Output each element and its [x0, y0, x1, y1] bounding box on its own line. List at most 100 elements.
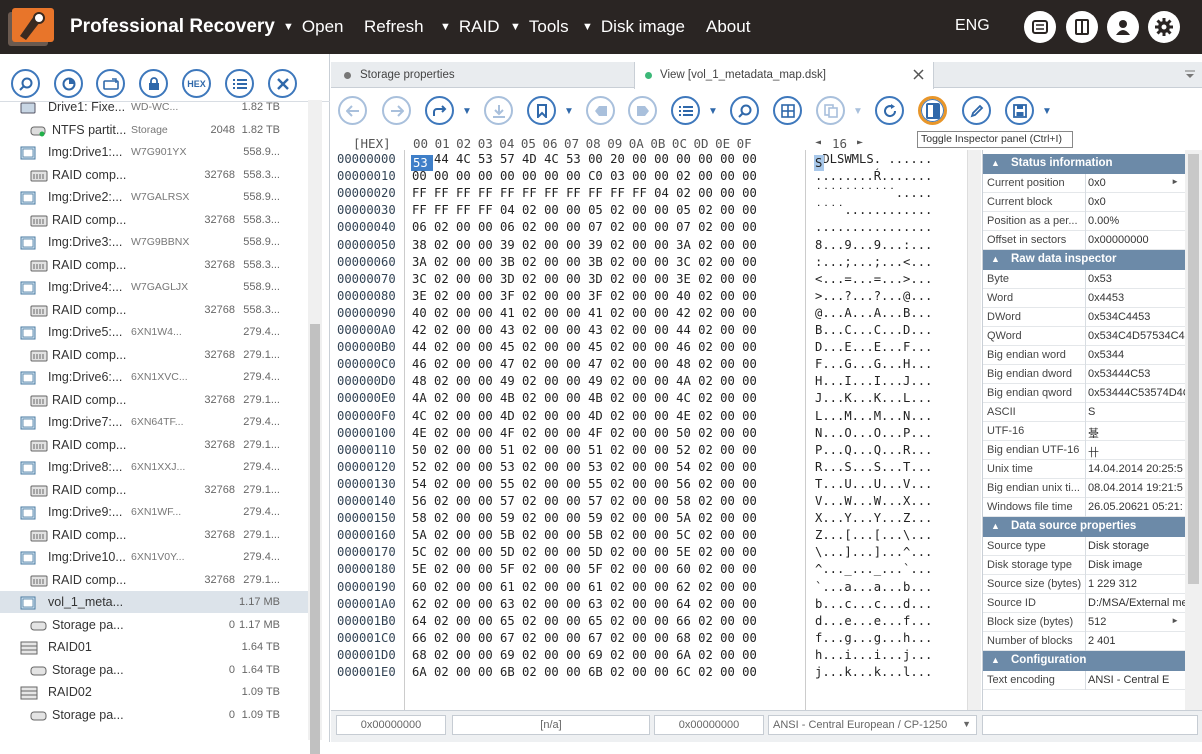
- hex-row[interactable]: 00000060 3A 02 00 00 3B 02 00 00 3B 02 00…: [331, 253, 981, 270]
- device-tree-scroll-thumb[interactable]: [310, 324, 320, 754]
- hex-row[interactable]: 000000D0 48 02 00 00 49 02 00 00 49 02 00…: [331, 372, 981, 389]
- hex-row[interactable]: 00000090 40 02 00 00 41 02 00 00 41 02 00…: [331, 304, 981, 321]
- hex-row-bytes[interactable]: 38 02 00 00 39 02 00 00 39 02 00 00 3A 0…: [412, 238, 757, 252]
- hex-row-ascii[interactable]: `...a...a...b...: [815, 580, 932, 594]
- hex-row[interactable]: 00000020 FF FF FF FF FF FF FF FF FF FF FF…: [331, 184, 981, 201]
- inspector-row[interactable]: Big endian UTF-16 卄: [983, 441, 1185, 460]
- tree-item[interactable]: Drive1: Fixe... WD-WC... 1.82 TB: [0, 100, 308, 118]
- hex-row-bytes[interactable]: 44 02 00 00 45 02 00 00 45 02 00 00 46 0…: [412, 340, 757, 354]
- hex-row-bytes[interactable]: 58 02 00 00 59 02 00 00 59 02 00 00 5A 0…: [412, 511, 757, 525]
- hex-row-bytes[interactable]: 60 02 00 00 61 02 00 00 61 02 00 00 62 0…: [412, 580, 757, 594]
- hex-row-ascii[interactable]: f...g...g...h...: [815, 631, 932, 645]
- next-bookmark-button[interactable]: [628, 96, 657, 125]
- inspector-row[interactable]: Big endian word 0x5344: [983, 346, 1185, 365]
- inspector-section-header[interactable]: ▲ Status information: [983, 154, 1185, 174]
- tree-item[interactable]: RAID comp... 32768 558.3...: [0, 209, 308, 231]
- tree-item[interactable]: RAID01 1.64 TB: [0, 636, 308, 658]
- hex-row-ascii[interactable]: ˙˙˙˙˙˙˙˙˙˙˙.....: [815, 186, 932, 200]
- hex-button[interactable]: HEX: [182, 69, 211, 98]
- hex-row-bytes[interactable]: FF FF FF FF FF FF FF FF FF FF FF 04 02 0…: [412, 186, 757, 200]
- view-list-dropdown-icon[interactable]: ▼: [708, 106, 718, 117]
- copy-button[interactable]: [816, 96, 845, 125]
- hex-row[interactable]: 00000150 58 02 00 00 59 02 00 00 59 02 00…: [331, 509, 981, 526]
- tree-item[interactable]: Img:Drive7:... 6XN64TF... 279.4...: [0, 411, 308, 433]
- inspector-row[interactable]: UTF-16 䑓: [983, 422, 1185, 441]
- inspector-row[interactable]: Offset in sectors 0x00000000: [983, 231, 1185, 250]
- hex-row[interactable]: 00000190 60 02 00 00 61 02 00 00 61 02 00…: [331, 578, 981, 595]
- hex-row[interactable]: 000000B0 44 02 00 00 45 02 00 00 45 02 00…: [331, 338, 981, 355]
- expand-arrow-icon[interactable]: ►: [1171, 616, 1179, 625]
- hex-row-bytes[interactable]: 44 4C 53 57 4D 4C 53 00 20 00 00 00 00 0…: [412, 152, 757, 166]
- menu-open[interactable]: ▼ Open: [283, 17, 343, 37]
- hex-row-ascii[interactable]: R...S...S...T...: [815, 460, 932, 474]
- tree-item[interactable]: RAID comp... 32768 279.1...: [0, 479, 308, 501]
- save-dropdown-icon[interactable]: ▼: [1042, 106, 1052, 117]
- hex-row-ascii[interactable]: T...U...U...V...: [815, 477, 932, 491]
- inspector-row[interactable]: Source ID D:/MSA/External me: [983, 594, 1185, 613]
- hex-row-ascii[interactable]: ........Ŕ.......: [815, 169, 932, 183]
- hex-row-bytes[interactable]: 3E 02 00 00 3F 02 00 00 3F 02 00 00 40 0…: [412, 289, 757, 303]
- hex-row[interactable]: 00000030 FF FF FF FF 04 02 00 00 05 02 00…: [331, 201, 981, 218]
- hex-row-bytes[interactable]: FF FF FF FF 04 02 00 00 05 02 00 00 05 0…: [412, 203, 757, 217]
- hex-row[interactable]: 000000C0 46 02 00 00 47 02 00 00 47 02 00…: [331, 355, 981, 372]
- hex-row-ascii[interactable]: ^..._..._...`...: [815, 562, 932, 576]
- inspector-row[interactable]: Big endian unix ti... 08.04.2014 19:21:5: [983, 479, 1185, 498]
- tree-item[interactable]: RAID comp... 32768 279.1...: [0, 524, 308, 546]
- inspector-row[interactable]: QWord 0x534C4D57534C4: [983, 327, 1185, 346]
- hex-row[interactable]: 00000180 5E 02 00 00 5F 02 00 00 5F 02 00…: [331, 560, 981, 577]
- tree-item[interactable]: Img:Drive4:... W7GAGLJX 558.9...: [0, 276, 308, 298]
- hex-row-ascii[interactable]: F...G...G...H...: [815, 357, 932, 371]
- close-button[interactable]: [268, 69, 297, 98]
- hex-row-ascii[interactable]: H...I...I...J...: [815, 374, 932, 388]
- inspector-section-header[interactable]: ▲ Configuration: [983, 651, 1185, 671]
- hex-row-bytes[interactable]: 50 02 00 00 51 02 00 00 51 02 00 00 52 0…: [412, 443, 757, 457]
- hex-row-bytes[interactable]: 5A 02 00 00 5B 02 00 00 5B 02 00 00 5C 0…: [412, 528, 757, 542]
- tree-item[interactable]: RAID comp... 32768 279.1...: [0, 434, 308, 456]
- list-button[interactable]: [225, 69, 254, 98]
- hex-row-ascii[interactable]: 8...9...9...:...: [815, 238, 932, 252]
- tree-item[interactable]: Img:Drive6:... 6XN1XVC... 279.4...: [0, 366, 308, 388]
- hex-row-bytes[interactable]: 42 02 00 00 43 02 00 00 43 02 00 00 44 0…: [412, 323, 757, 337]
- hex-row[interactable]: 00000110 50 02 00 00 51 02 00 00 51 02 00…: [331, 441, 981, 458]
- hex-row-ascii[interactable]: j...k...k...l...: [815, 665, 932, 679]
- view-list-button[interactable]: [671, 96, 700, 125]
- tree-item[interactable]: RAID comp... 32768 558.3...: [0, 299, 308, 321]
- inspector-row[interactable]: Big endian dword 0x53444C53: [983, 365, 1185, 384]
- hex-row-ascii[interactable]: B...C...C...D...: [815, 323, 932, 337]
- hex-row-bytes[interactable]: 56 02 00 00 57 02 00 00 57 02 00 00 58 0…: [412, 494, 757, 508]
- hex-row-ascii[interactable]: DLSWMLS. ......: [815, 152, 932, 166]
- bookmark-button[interactable]: [527, 96, 556, 125]
- prev-bookmark-button[interactable]: [586, 96, 615, 125]
- page-right-icon[interactable]: ►: [857, 137, 863, 148]
- inspector-row[interactable]: Source type Disk storage: [983, 537, 1185, 556]
- tree-item[interactable]: RAID02 1.09 TB: [0, 681, 308, 703]
- refresh-button[interactable]: [875, 96, 904, 125]
- hex-row[interactable]: 000001C0 66 02 00 00 67 02 00 00 67 02 00…: [331, 629, 981, 646]
- toggle-inspector-button[interactable]: [918, 96, 947, 125]
- hex-row-bytes[interactable]: 6A 02 00 00 6B 02 00 00 6B 02 00 00 6C 0…: [412, 665, 757, 679]
- inspector-row[interactable]: Block size (bytes) 512 ►: [983, 613, 1185, 632]
- hex-row[interactable]: 000000A0 42 02 00 00 43 02 00 00 43 02 00…: [331, 321, 981, 338]
- hex-row[interactable]: 000001E0 6A 02 00 00 6B 02 00 00 6B 02 00…: [331, 663, 981, 680]
- save-button[interactable]: [1005, 96, 1034, 125]
- tab-storage-properties[interactable]: Storage properties: [331, 62, 633, 88]
- hex-row-ascii[interactable]: X...Y...Y...Z...: [815, 511, 932, 525]
- hex-row[interactable]: 00000100 4E 02 00 00 4F 02 00 00 4F 02 00…: [331, 424, 981, 441]
- log-button[interactable]: [1024, 11, 1056, 43]
- hex-row-ascii[interactable]: <...=...=...>...: [815, 272, 932, 286]
- inspector-row[interactable]: Big endian qword 0x53444C53574D4C: [983, 384, 1185, 403]
- hex-row-bytes[interactable]: 4A 02 00 00 4B 02 00 00 4B 02 00 00 4C 0…: [412, 391, 757, 405]
- menu-raid[interactable]: ▼ RAID: [440, 17, 500, 37]
- page-left-icon[interactable]: ◄: [815, 137, 821, 148]
- menu-tools[interactable]: ▼ Tools: [510, 17, 569, 37]
- back-button[interactable]: [338, 96, 367, 125]
- hex-row-bytes[interactable]: 62 02 00 00 63 02 00 00 63 02 00 00 64 0…: [412, 597, 757, 611]
- copy-dropdown-icon[interactable]: ▼: [853, 106, 863, 117]
- inspector-row[interactable]: Current position 0x0 ►: [983, 174, 1185, 193]
- image-button[interactable]: [96, 69, 125, 98]
- inspector-row[interactable]: Windows file time 26.05.20621 05:21:: [983, 498, 1185, 517]
- hex-row-ascii[interactable]: P...Q...Q...R...: [815, 443, 932, 457]
- hex-row-ascii[interactable]: J...K...K...L...: [815, 391, 932, 405]
- hex-row[interactable]: 000001B0 64 02 00 00 65 02 00 00 65 02 00…: [331, 612, 981, 629]
- hex-row-ascii[interactable]: ˙˙˙˙............: [815, 203, 932, 217]
